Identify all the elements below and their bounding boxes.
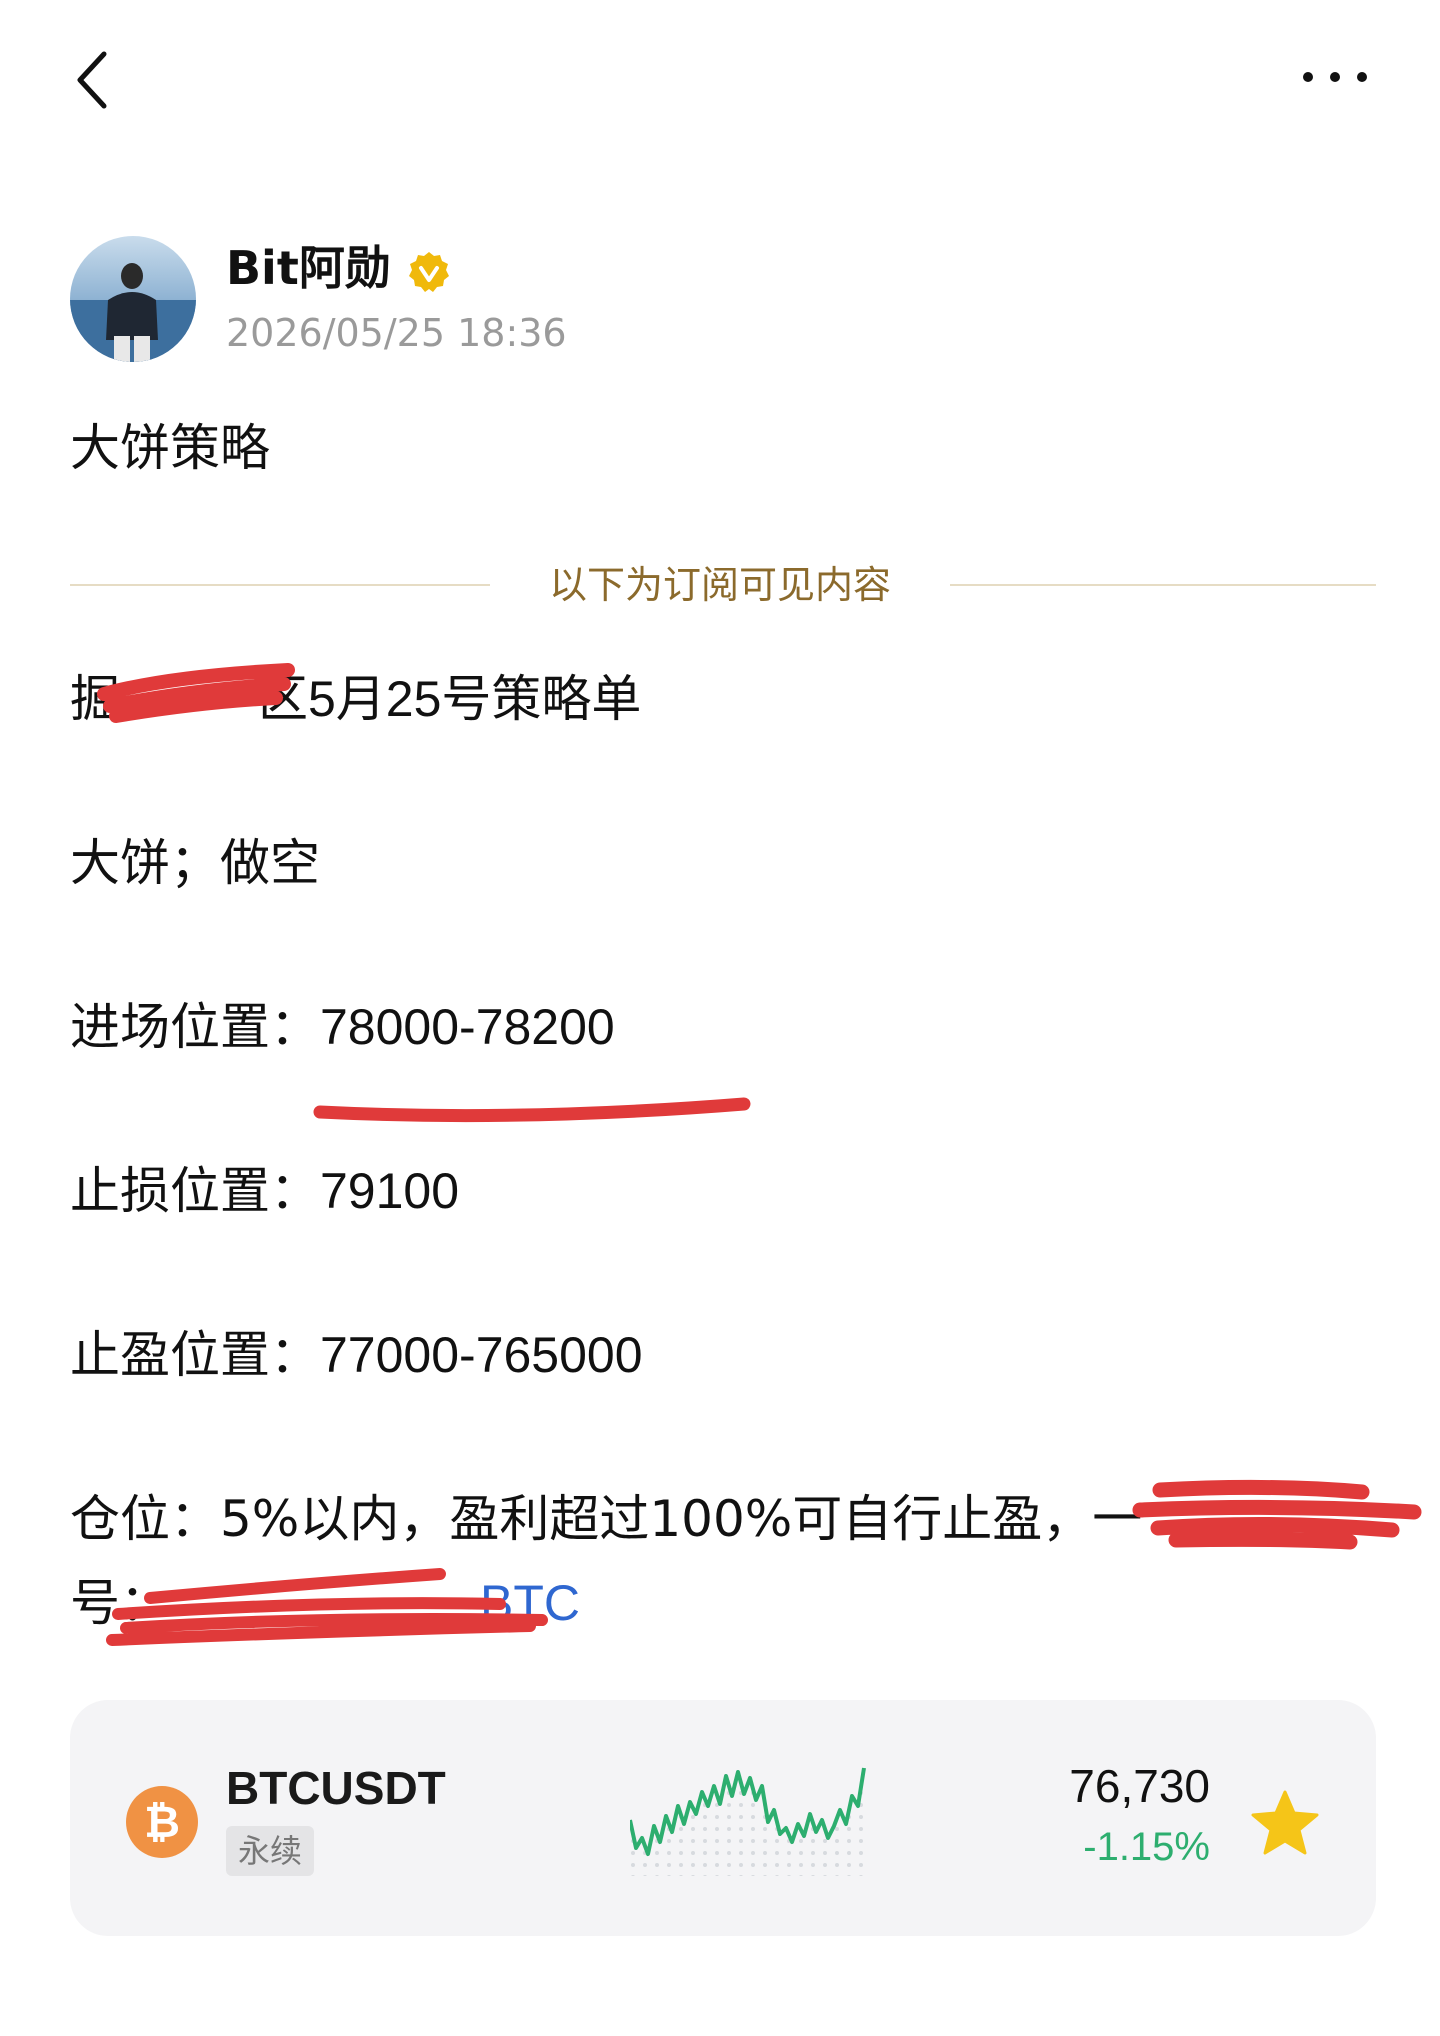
post-title: 大饼策略 (70, 419, 270, 477)
back-button[interactable] (62, 40, 122, 120)
author-avatar[interactable] (70, 236, 196, 362)
star-icon (1251, 1790, 1319, 1855)
avatar-image (70, 236, 196, 362)
entry-underline (313, 1097, 751, 1123)
price-sparkline (630, 1767, 866, 1876)
btc-hashtag-link[interactable]: BTC (480, 1575, 580, 1631)
ticker-card[interactable]: ₿ BTCUSDT 永续 76,730 -1.15% (70, 1700, 1376, 1936)
stop-loss-value: 79100 (320, 1163, 460, 1219)
post-timestamp: 2026/05/25 18:36 (226, 311, 567, 355)
entry-label: 进场位置： (70, 998, 320, 1056)
bitcoin-icon: ₿ (126, 1786, 198, 1858)
position-line-two-start: 号： (70, 1574, 170, 1632)
author-name[interactable]: Bit阿勋 (226, 236, 391, 300)
entry-value: 78000-78200 (320, 999, 615, 1055)
take-profit-row: 止盈位置：77000-765000 (70, 1322, 643, 1388)
take-profit-value: 77000-765000 (320, 1327, 643, 1383)
strategy-heading-end: 区5月25号策略单 (258, 671, 642, 727)
take-profit-label: 止盈位置： (70, 1326, 320, 1384)
strategy-heading-start: 掘 (70, 670, 120, 728)
position-line-two: 号： BTC (70, 1570, 580, 1636)
divider-line-right (950, 584, 1376, 586)
strategy-heading: 掘 区5月25号策略单 (70, 666, 641, 732)
entry-position-row: 进场位置：78000-78200 (70, 994, 615, 1060)
redaction-scribble (1132, 1479, 1422, 1550)
ticker-symbol: BTCUSDT (226, 1762, 446, 1814)
author-name-row: Bit阿勋 (226, 236, 451, 300)
chevron-left-icon (77, 51, 107, 109)
verified-badge-icon (407, 246, 451, 292)
divider-line-left (70, 584, 490, 586)
more-options-button[interactable] (1290, 52, 1380, 102)
price-change: -1.15% (1083, 1825, 1210, 1869)
position-size-text: 仓位：5%以内，盈利超过100%可自行止盈，一 (70, 1490, 1143, 1548)
last-price: 76,730 (1069, 1760, 1210, 1812)
stop-loss-row: 止损位置：79100 (70, 1158, 459, 1224)
contract-type-badge: 永续 (226, 1826, 315, 1876)
stop-loss-label: 止损位置： (70, 1162, 320, 1220)
trade-direction: 大饼；做空 (70, 834, 320, 892)
favorite-button[interactable] (1250, 1788, 1320, 1858)
subscriber-content-divider: 以下为订阅可见内容 (548, 563, 891, 607)
more-horizontal-icon (1303, 72, 1367, 82)
